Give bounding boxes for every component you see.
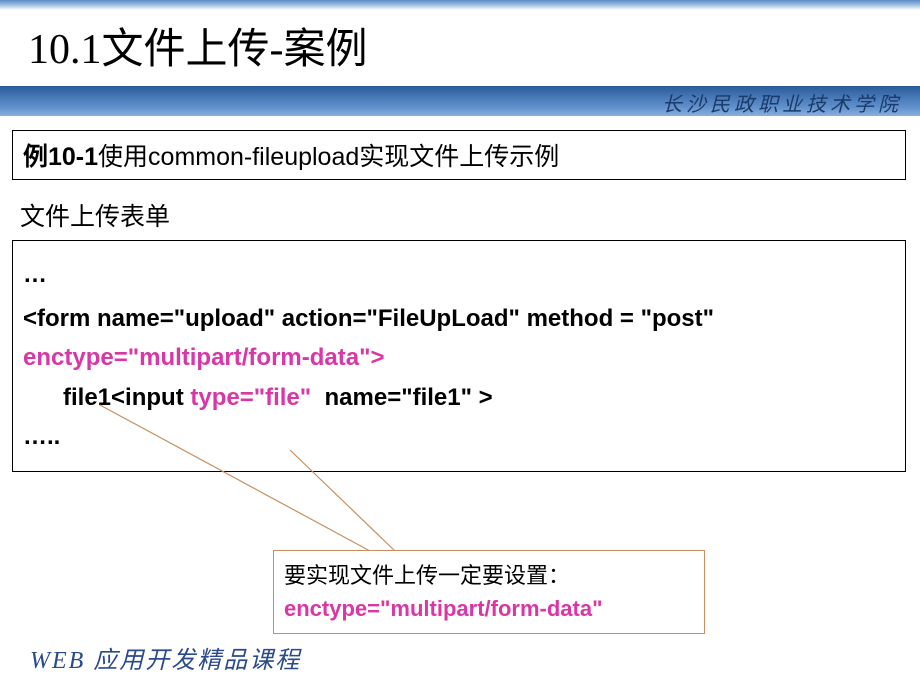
example-title-box: 例10-1使用common-fileupload实现文件上传示例 [12, 130, 906, 180]
title-area: 10.1文件上传-案例 [0, 8, 920, 86]
example-number: 例10-1 [23, 143, 98, 171]
code-ellipsis-bottom: ….. [23, 417, 895, 457]
code-enctype: enctype="multipart/form-data"> [23, 338, 895, 378]
annotation-box: 要实现文件上传一定要设置： enctype="multipart/form-da… [273, 550, 705, 634]
code-box: … <form name="upload" action="FileUpLoad… [12, 240, 906, 472]
code-file-type: type="file" [190, 384, 311, 411]
code-form-open: <form name="upload" action="FileUpLoad" … [23, 299, 895, 339]
slide-title: 10.1文件上传-案例 [28, 15, 368, 76]
annotation-text: 要实现文件上传一定要设置： [284, 559, 694, 592]
example-description: 使用common-fileupload实现文件上传示例 [98, 143, 559, 171]
code-ellipsis-top: … [23, 255, 895, 295]
code-input-line: file1<input type="file" name="file1" > [23, 378, 895, 418]
code-file-suffix: name="file1" > [325, 384, 493, 411]
code-file-prefix: file1<input [63, 384, 184, 411]
section-label: 文件上传表单 [20, 197, 170, 233]
annotation-code: enctype="multipart/form-data" [284, 592, 694, 625]
institution-name: 长沙民政职业技术学院 [662, 88, 902, 117]
footer-text: WEB 应用开发精品课程 [30, 640, 301, 675]
